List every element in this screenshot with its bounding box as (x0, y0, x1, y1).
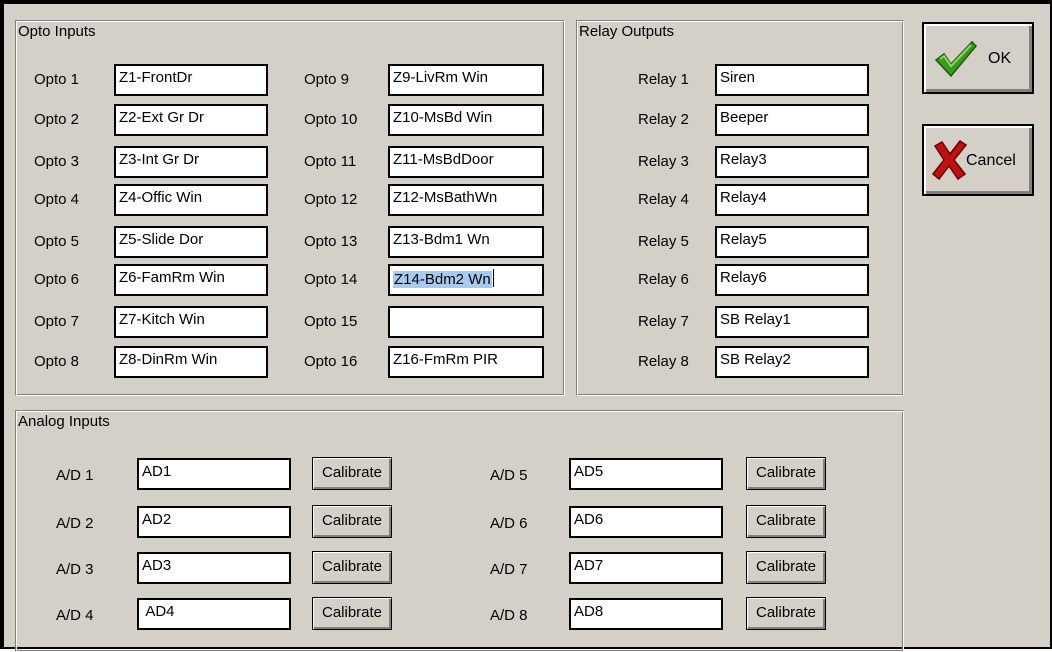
ad-name-field[interactable]: AD1 (137, 458, 291, 490)
opto-label: Opto 10 (304, 111, 358, 128)
relay-label: Relay 8 (638, 353, 689, 370)
ad-name-field[interactable]: AD4 (137, 598, 291, 630)
relay-name-field[interactable]: Beeper (715, 104, 869, 136)
relay-outputs-title: Relay Outputs (579, 23, 675, 40)
opto-label: Opto 3 (34, 153, 80, 170)
ad-label: A/D 3 (56, 561, 94, 578)
text-caret (492, 269, 494, 287)
opto-name-field[interactable]: Z4-Offic Win (114, 184, 268, 216)
opto-label: Opto 4 (34, 191, 80, 208)
cancel-label: Cancel (966, 152, 1016, 169)
relay-label: Relay 7 (638, 313, 689, 330)
opto-label: Opto 15 (304, 313, 358, 330)
analog-inputs-title: Analog Inputs (18, 413, 110, 430)
relay-name-field[interactable]: Relay5 (715, 226, 869, 258)
ad-name-field[interactable]: AD8 (569, 598, 723, 630)
calibrate-button[interactable]: Calibrate (746, 457, 826, 490)
ok-button[interactable]: OK (922, 22, 1034, 94)
opto-name-field[interactable]: Z7-Kitch Win (114, 306, 268, 338)
opto-label: Opto 6 (34, 271, 80, 288)
relay-label: Relay 1 (638, 71, 689, 88)
ad-label: A/D 8 (490, 607, 528, 624)
ad-name-field[interactable]: AD5 (569, 458, 723, 490)
ad-label: A/D 7 (490, 561, 528, 578)
opto-name-field[interactable] (388, 306, 544, 338)
ad-label: A/D 5 (490, 467, 528, 484)
opto-label: Opto 13 (304, 233, 358, 250)
checkmark-icon (934, 40, 978, 83)
ad-name-field[interactable]: AD6 (569, 506, 723, 538)
relay-label: Relay 4 (638, 191, 689, 208)
relay-name-field[interactable]: Siren (715, 64, 869, 96)
selected-text: Z14-Bdm2 Wn (393, 271, 492, 288)
opto-name-field[interactable]: Z2-Ext Gr Dr (114, 104, 268, 136)
ok-label: OK (988, 50, 1012, 67)
opto-name-field[interactable]: Z5-Slide Dor (114, 226, 268, 258)
opto-inputs-title: Opto Inputs (18, 23, 96, 40)
ad-name-field[interactable]: AD3 (137, 552, 291, 584)
calibrate-button[interactable]: Calibrate (746, 597, 826, 630)
relay-name-field[interactable]: SB Relay1 (715, 306, 869, 338)
opto-name-field[interactable]: Z3-Int Gr Dr (114, 146, 268, 178)
relay-label: Relay 5 (638, 233, 689, 250)
opto-label: Opto 16 (304, 353, 358, 370)
opto-name-field[interactable]: Z14-Bdm2 Wn (388, 264, 544, 296)
calibrate-button[interactable]: Calibrate (746, 551, 826, 584)
config-dialog: Opto Inputs Relay Outputs Analog Inputs … (0, 0, 1052, 652)
opto-name-field[interactable]: Z6-FamRm Win (114, 264, 268, 296)
opto-label: Opto 12 (304, 191, 358, 208)
relay-name-field[interactable]: Relay3 (715, 146, 869, 178)
opto-label: Opto 14 (304, 271, 358, 288)
opto-label: Opto 8 (34, 353, 80, 370)
opto-label: Opto 7 (34, 313, 80, 330)
opto-name-field[interactable]: Z13-Bdm1 Wn (388, 226, 544, 258)
opto-label: Opto 2 (34, 111, 80, 128)
opto-name-field[interactable]: Z16-FmRm PIR (388, 346, 544, 378)
ad-label: A/D 1 (56, 467, 94, 484)
ad-label: A/D 4 (56, 607, 94, 624)
opto-name-field[interactable]: Z12-MsBathWn (388, 184, 544, 216)
calibrate-button[interactable]: Calibrate (746, 505, 826, 538)
relay-label: Relay 6 (638, 271, 689, 288)
opto-name-field[interactable]: Z1-FrontDr (114, 64, 268, 96)
ad-label: A/D 6 (490, 515, 528, 532)
calibrate-button[interactable]: Calibrate (312, 457, 392, 490)
ad-name-field[interactable]: AD7 (569, 552, 723, 584)
relay-name-field[interactable]: Relay6 (715, 264, 869, 296)
relay-label: Relay 3 (638, 153, 689, 170)
relay-name-field[interactable]: SB Relay2 (715, 346, 869, 378)
opto-name-field[interactable]: Z11-MsBdDoor (388, 146, 544, 178)
opto-label: Opto 11 (304, 153, 357, 170)
x-mark-icon (931, 139, 968, 185)
calibrate-button[interactable]: Calibrate (312, 551, 392, 584)
opto-name-field[interactable]: Z10-MsBd Win (388, 104, 544, 136)
opto-label: Opto 9 (304, 71, 350, 88)
opto-name-field[interactable]: Z9-LivRm Win (388, 64, 544, 96)
relay-label: Relay 2 (638, 111, 689, 128)
calibrate-button[interactable]: Calibrate (312, 505, 392, 538)
opto-label: Opto 5 (34, 233, 80, 250)
opto-name-field[interactable]: Z8-DinRm Win (114, 346, 268, 378)
ad-name-field[interactable]: AD2 (137, 506, 291, 538)
opto-label: Opto 1 (34, 71, 80, 88)
ad-label: A/D 2 (56, 515, 94, 532)
cancel-button[interactable]: Cancel (922, 124, 1034, 196)
calibrate-button[interactable]: Calibrate (312, 597, 392, 630)
relay-name-field[interactable]: Relay4 (715, 184, 869, 216)
